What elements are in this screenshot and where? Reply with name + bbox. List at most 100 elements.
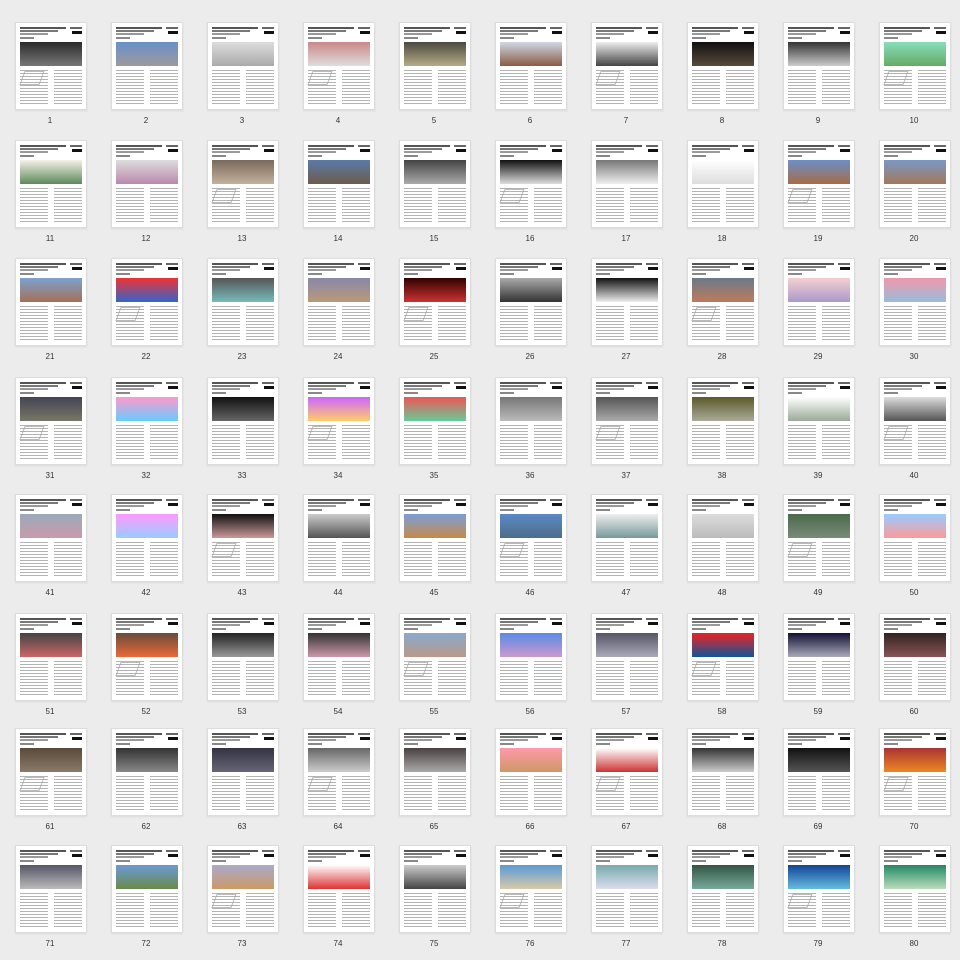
page-thumbnail[interactable]: 9 <box>783 22 855 132</box>
page-thumbnail[interactable]: 35 <box>399 377 471 487</box>
page-thumbnail[interactable]: 29 <box>783 258 855 368</box>
page-preview[interactable] <box>687 377 759 465</box>
page-preview[interactable] <box>495 845 567 933</box>
page-thumbnail[interactable]: 76 <box>495 845 567 955</box>
page-preview[interactable] <box>15 22 87 110</box>
page-preview[interactable] <box>303 728 375 816</box>
page-thumbnail[interactable]: 40 <box>879 377 951 487</box>
page-preview[interactable] <box>591 613 663 701</box>
page-thumbnail[interactable]: 45 <box>399 494 471 604</box>
page-thumbnail[interactable]: 67 <box>591 728 663 838</box>
page-thumbnail[interactable]: 51 <box>15 613 87 723</box>
page-preview[interactable] <box>495 494 567 582</box>
page-preview[interactable] <box>879 22 951 110</box>
page-preview[interactable] <box>783 845 855 933</box>
page-thumbnail[interactable]: 50 <box>879 494 951 604</box>
page-thumbnail[interactable]: 44 <box>303 494 375 604</box>
page-preview[interactable] <box>687 613 759 701</box>
page-thumbnail[interactable]: 3 <box>207 22 279 132</box>
page-thumbnail[interactable]: 28 <box>687 258 759 368</box>
page-thumbnail[interactable]: 71 <box>15 845 87 955</box>
page-preview[interactable] <box>111 613 183 701</box>
page-preview[interactable] <box>687 845 759 933</box>
page-thumbnail[interactable]: 43 <box>207 494 279 604</box>
page-preview[interactable] <box>783 258 855 346</box>
page-thumbnail[interactable]: 2 <box>111 22 183 132</box>
page-thumbnail[interactable]: 18 <box>687 140 759 250</box>
page-preview[interactable] <box>111 494 183 582</box>
page-thumbnail[interactable]: 33 <box>207 377 279 487</box>
page-thumbnail[interactable]: 7 <box>591 22 663 132</box>
page-preview[interactable] <box>783 22 855 110</box>
page-preview[interactable] <box>879 728 951 816</box>
page-preview[interactable] <box>111 22 183 110</box>
page-thumbnail[interactable]: 54 <box>303 613 375 723</box>
page-preview[interactable] <box>687 728 759 816</box>
page-thumbnail[interactable]: 6 <box>495 22 567 132</box>
page-preview[interactable] <box>303 258 375 346</box>
page-preview[interactable] <box>399 22 471 110</box>
page-preview[interactable] <box>207 140 279 228</box>
page-preview[interactable] <box>495 140 567 228</box>
page-thumbnail[interactable]: 24 <box>303 258 375 368</box>
page-thumbnail[interactable]: 61 <box>15 728 87 838</box>
page-thumbnail[interactable]: 46 <box>495 494 567 604</box>
page-preview[interactable] <box>303 22 375 110</box>
page-preview[interactable] <box>15 140 87 228</box>
page-preview[interactable] <box>111 728 183 816</box>
page-thumbnail[interactable]: 8 <box>687 22 759 132</box>
page-thumbnail[interactable]: 47 <box>591 494 663 604</box>
page-thumbnail[interactable]: 73 <box>207 845 279 955</box>
page-thumbnail[interactable]: 37 <box>591 377 663 487</box>
page-preview[interactable] <box>111 258 183 346</box>
page-thumbnail[interactable]: 56 <box>495 613 567 723</box>
page-preview[interactable] <box>111 140 183 228</box>
page-thumbnail[interactable]: 23 <box>207 258 279 368</box>
page-preview[interactable] <box>303 494 375 582</box>
page-thumbnail[interactable]: 55 <box>399 613 471 723</box>
page-preview[interactable] <box>15 377 87 465</box>
page-thumbnail[interactable]: 42 <box>111 494 183 604</box>
page-thumbnail[interactable]: 13 <box>207 140 279 250</box>
page-preview[interactable] <box>879 377 951 465</box>
page-thumbnail[interactable]: 1 <box>15 22 87 132</box>
page-preview[interactable] <box>879 494 951 582</box>
page-preview[interactable] <box>399 613 471 701</box>
page-preview[interactable] <box>495 377 567 465</box>
page-thumbnail[interactable]: 70 <box>879 728 951 838</box>
page-thumbnail[interactable]: 25 <box>399 258 471 368</box>
page-preview[interactable] <box>783 377 855 465</box>
page-preview[interactable] <box>879 845 951 933</box>
page-preview[interactable] <box>687 140 759 228</box>
page-thumbnail[interactable]: 30 <box>879 258 951 368</box>
page-thumbnail[interactable]: 59 <box>783 613 855 723</box>
page-thumbnail[interactable]: 12 <box>111 140 183 250</box>
page-thumbnail[interactable]: 72 <box>111 845 183 955</box>
page-thumbnail[interactable]: 34 <box>303 377 375 487</box>
page-preview[interactable] <box>591 377 663 465</box>
page-preview[interactable] <box>303 613 375 701</box>
page-thumbnail[interactable]: 52 <box>111 613 183 723</box>
page-preview[interactable] <box>207 22 279 110</box>
page-thumbnail[interactable]: 58 <box>687 613 759 723</box>
page-preview[interactable] <box>591 140 663 228</box>
page-preview[interactable] <box>15 613 87 701</box>
page-thumbnail[interactable]: 27 <box>591 258 663 368</box>
page-thumbnail[interactable]: 10 <box>879 22 951 132</box>
page-thumbnail[interactable]: 57 <box>591 613 663 723</box>
page-thumbnail[interactable]: 15 <box>399 140 471 250</box>
page-preview[interactable] <box>399 377 471 465</box>
page-preview[interactable] <box>207 494 279 582</box>
page-preview[interactable] <box>399 494 471 582</box>
page-thumbnail[interactable]: 19 <box>783 140 855 250</box>
page-thumbnail[interactable]: 68 <box>687 728 759 838</box>
page-preview[interactable] <box>15 258 87 346</box>
page-thumbnail[interactable]: 49 <box>783 494 855 604</box>
page-preview[interactable] <box>207 728 279 816</box>
page-preview[interactable] <box>111 377 183 465</box>
page-thumbnail[interactable]: 32 <box>111 377 183 487</box>
page-thumbnail[interactable]: 66 <box>495 728 567 838</box>
page-preview[interactable] <box>783 494 855 582</box>
page-preview[interactable] <box>879 140 951 228</box>
page-preview[interactable] <box>591 845 663 933</box>
